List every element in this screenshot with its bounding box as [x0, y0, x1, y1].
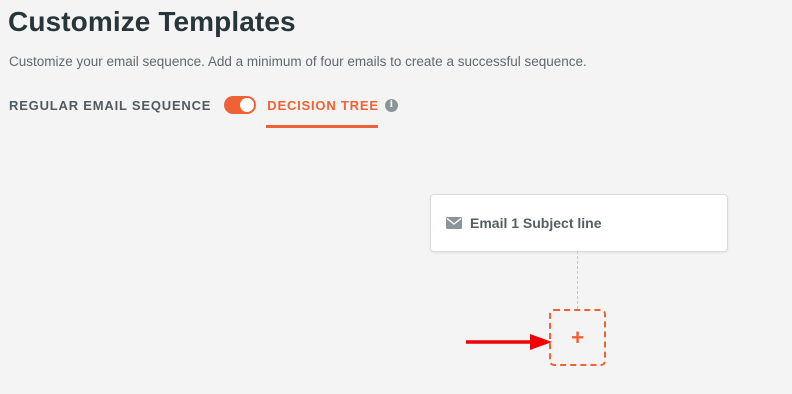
info-icon[interactable]: i [384, 98, 398, 112]
sequence-mode-switch: REGULAR EMAIL SEQUENCE DECISION TREE i [9, 95, 398, 115]
page-subtitle: Customize your email sequence. Add a min… [9, 54, 587, 69]
add-email-button[interactable]: + [549, 309, 606, 366]
tree-connector-line [577, 251, 578, 309]
decision-tree-active-indicator [266, 125, 378, 128]
decision-tree-tab[interactable]: DECISION TREE [267, 98, 379, 113]
arrow-right-icon [466, 334, 552, 350]
sequence-mode-toggle[interactable] [224, 96, 257, 114]
regular-email-sequence-label[interactable]: REGULAR EMAIL SEQUENCE [9, 98, 211, 113]
page: Customize Templates Customize your email… [0, 0, 792, 394]
mail-icon [446, 217, 462, 229]
email-1-subject: Email 1 Subject line [470, 215, 602, 231]
plus-icon: + [571, 324, 584, 350]
toggle-knob [240, 98, 255, 112]
email-1-card[interactable]: Email 1 Subject line [430, 194, 728, 252]
page-title: Customize Templates [8, 6, 296, 37]
